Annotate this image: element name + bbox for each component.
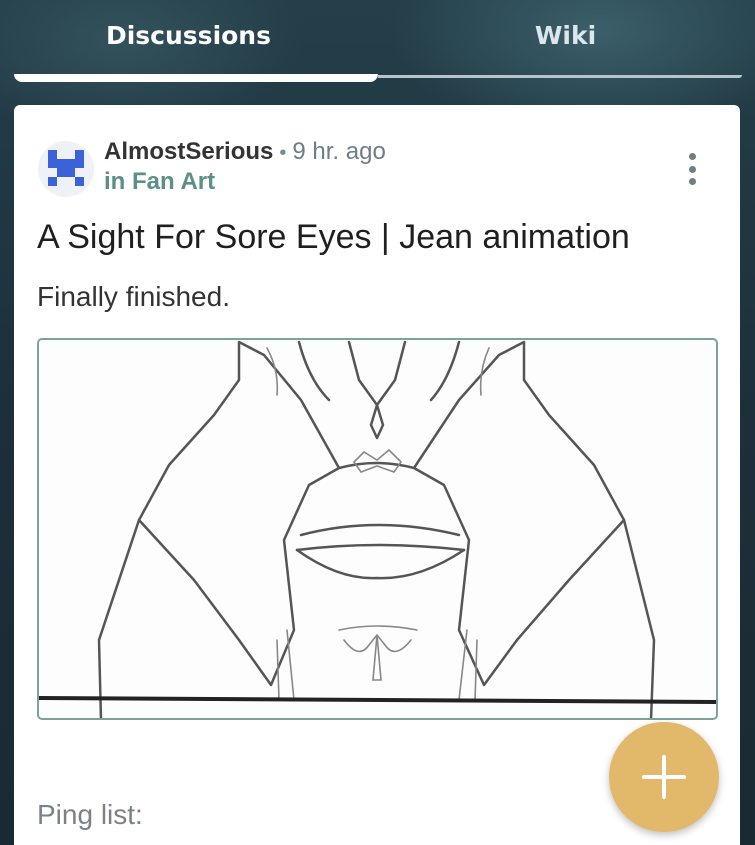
pixel-heart-avatar-icon[interactable] xyxy=(38,141,94,197)
sketch-drawing xyxy=(39,340,716,718)
post-body: Finally finished. xyxy=(37,281,230,312)
tab-wiki-label: Wiki xyxy=(534,20,597,50)
post-title[interactable]: A Sight For Sore Eyes | Jean animation xyxy=(37,218,630,257)
ping-list-label: Ping list: xyxy=(37,799,143,830)
create-post-button[interactable] xyxy=(609,722,719,832)
tab-discussions[interactable]: Discussions xyxy=(0,0,377,80)
post-meta: AlmostSerious • 9 hr. ago xyxy=(104,138,386,166)
more-vertical-icon[interactable] xyxy=(678,149,706,189)
tab-bar: Discussions Wiki xyxy=(0,0,755,80)
post-category[interactable]: in Fan Art xyxy=(104,168,215,196)
meta-separator: • xyxy=(279,142,287,164)
author-name[interactable]: AlmostSerious xyxy=(104,138,273,165)
plus-icon xyxy=(642,755,686,799)
tab-track xyxy=(378,75,742,78)
tab-wiki[interactable]: Wiki xyxy=(377,0,754,80)
active-tab-indicator xyxy=(14,74,378,82)
post-image[interactable] xyxy=(37,338,718,720)
post-timestamp: 9 hr. ago xyxy=(292,138,386,165)
tab-discussions-label: Discussions xyxy=(105,20,271,50)
